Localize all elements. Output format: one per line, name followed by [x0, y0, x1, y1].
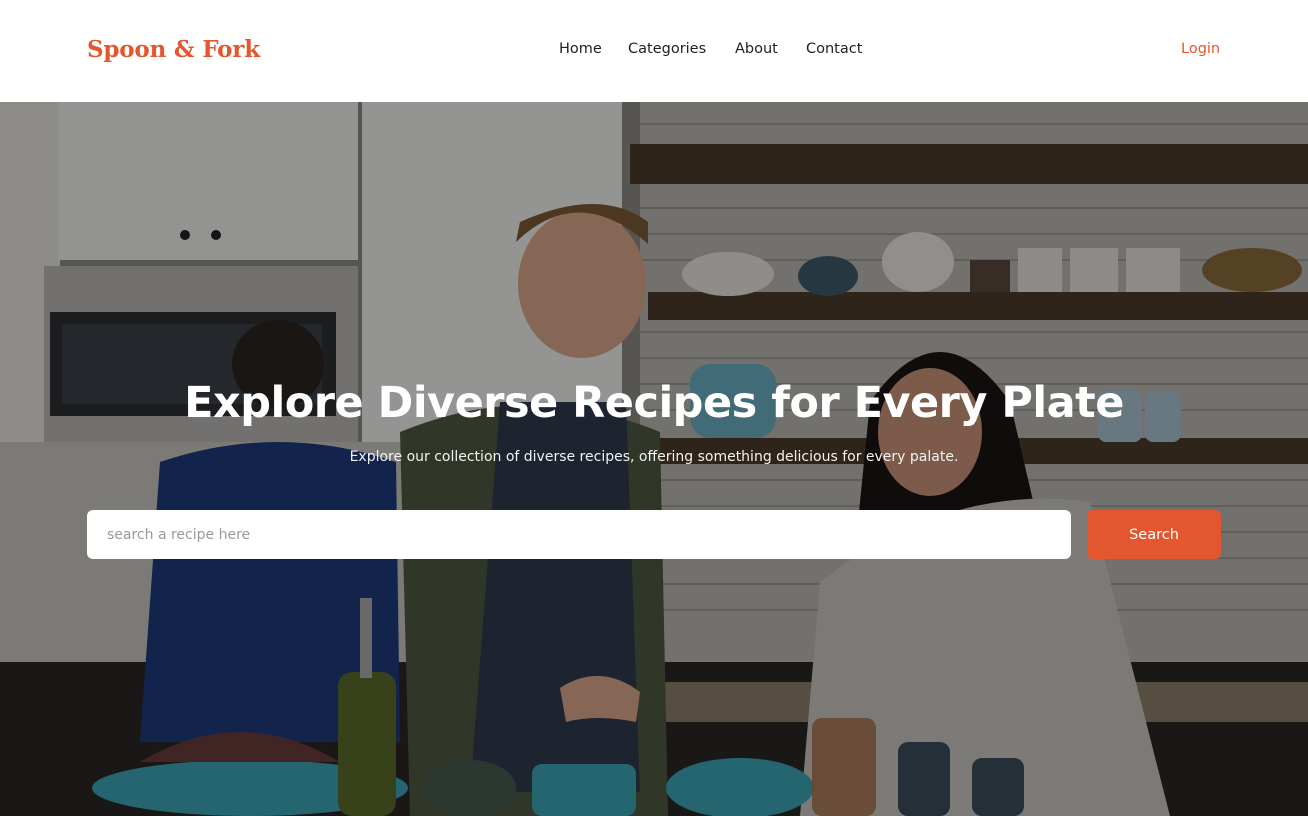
- nav-link-home[interactable]: Home: [559, 41, 602, 57]
- main-nav: Home Categories About Contact: [0, 41, 1308, 61]
- hero-section: Explore Diverse Recipes for Every Plate …: [0, 102, 1308, 816]
- login-link[interactable]: Login: [1181, 41, 1220, 57]
- site-header: Spoon & Fork Home Categories About Conta…: [0, 0, 1308, 102]
- nav-link-categories[interactable]: Categories: [628, 41, 706, 57]
- recipe-search-input[interactable]: [87, 510, 1071, 559]
- hero-title: Explore Diverse Recipes for Every Plate: [184, 378, 1124, 428]
- nav-link-about[interactable]: About: [735, 41, 778, 57]
- hero-subtitle: Explore our collection of diverse recipe…: [349, 449, 959, 465]
- nav-link-contact[interactable]: Contact: [806, 41, 862, 57]
- search-button[interactable]: Search: [1087, 510, 1221, 559]
